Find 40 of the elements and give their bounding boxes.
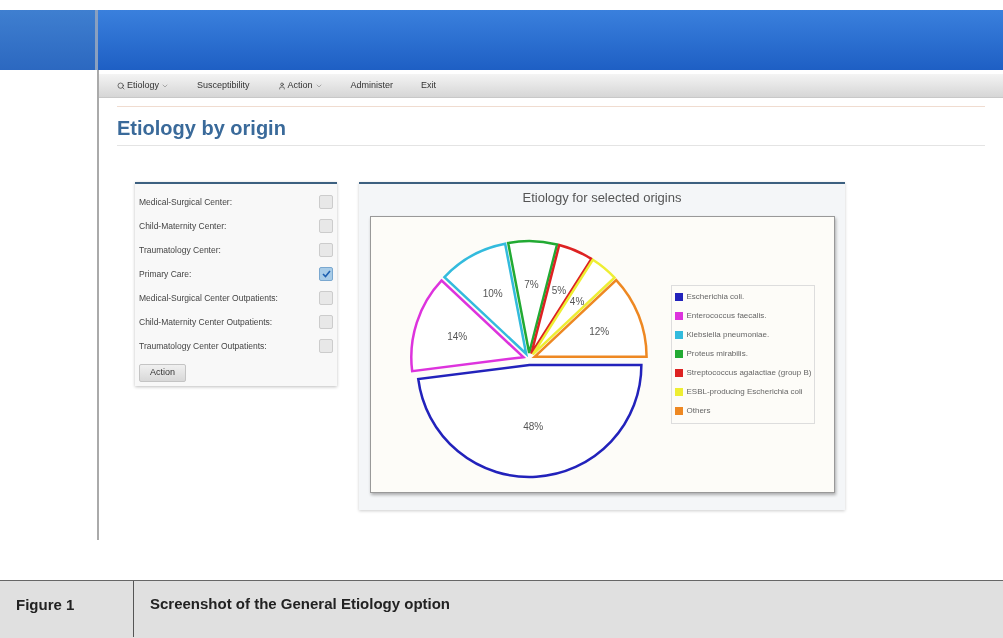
slice-label: 14%: [446, 330, 467, 342]
menu-item[interactable]: Exit: [421, 78, 437, 93]
origin-label: Traumatology Center:: [139, 243, 221, 257]
slice-label: 10%: [482, 287, 503, 299]
search-icon: [117, 81, 125, 90]
legend-label: Enterococcus faecalis.: [686, 310, 767, 322]
menu-item[interactable]: Etiology: [117, 78, 170, 93]
figure-label: Figure 1: [16, 596, 75, 613]
origin-label: Child-Maternity Center:: [139, 219, 227, 233]
origin-label: Medical-Surgical Center:: [139, 195, 233, 209]
page-title: Etiology by origin: [117, 116, 287, 141]
legend-label: Escherichia coli.: [686, 291, 745, 303]
legend-label: ESBL-producing Escherichia coli: [686, 386, 803, 398]
origin-label: Child-Maternity Center Outpatients:: [139, 315, 273, 329]
checkbox[interactable]: [319, 195, 333, 209]
slice-label: 12%: [588, 326, 609, 338]
origin-label: Medical-Surgical Center Outpatients:: [139, 291, 278, 305]
menu-item[interactable]: Susceptibility: [197, 78, 250, 93]
slice-label: 4%: [569, 295, 584, 307]
action-button[interactable]: Action: [139, 363, 186, 382]
chart-title: Etiology for selected origins: [522, 189, 682, 207]
legend-label: Streptococcus agalactiae (group B): [686, 367, 812, 379]
checkbox[interactable]: [319, 267, 333, 281]
checkbox[interactable]: [319, 315, 333, 329]
slice-label: 7%: [523, 278, 539, 290]
checkbox[interactable]: [319, 339, 333, 353]
checkbox[interactable]: [319, 291, 333, 305]
slice-label: 5%: [551, 284, 566, 296]
menu-item[interactable]: Administer: [350, 78, 394, 93]
figure-caption: Screenshot of the General Etiology option: [150, 594, 451, 614]
legend-label: Others: [686, 405, 711, 417]
person-icon: [277, 81, 286, 90]
legend-label: Klebsiella pneumoniae.: [686, 329, 770, 341]
checkbox[interactable]: [319, 219, 333, 233]
checkbox[interactable]: [319, 243, 333, 257]
origin-label: Traumatology Center Outpatients:: [139, 339, 267, 353]
slice-label: 48%: [522, 421, 543, 433]
menu-item[interactable]: Action: [277, 78, 323, 93]
legend-label: Proteus mirabilis.: [686, 348, 748, 360]
origin-label: Primary Care:: [139, 267, 192, 281]
